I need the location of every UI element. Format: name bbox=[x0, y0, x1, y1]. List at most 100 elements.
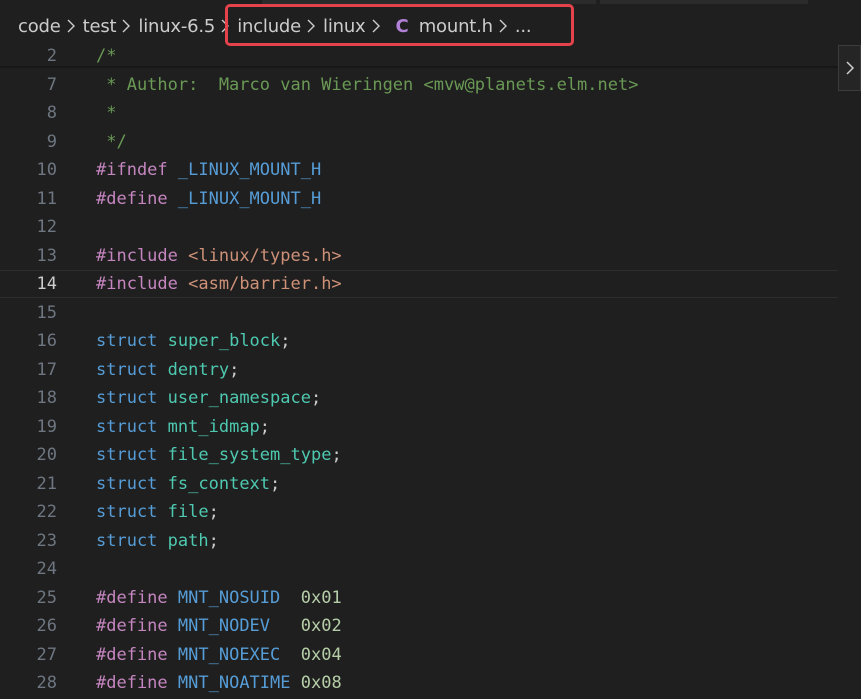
code-token: struct bbox=[96, 445, 158, 465]
code-token: struct bbox=[96, 530, 158, 551]
code-line[interactable]: 10 #ifndef _LINUX_MOUNT_H bbox=[0, 156, 838, 184]
line-number: 8 bbox=[46, 103, 57, 123]
code-token: <asm/barrier.h> bbox=[188, 274, 342, 294]
code-token: #include bbox=[96, 245, 178, 266]
code-token: 0x01 bbox=[300, 587, 342, 608]
code-token: ; bbox=[229, 359, 240, 380]
code-line[interactable]: 28 #define MNT_NOATIME 0x08 bbox=[0, 669, 838, 697]
line-code: */ bbox=[96, 128, 127, 156]
line-number: 10 bbox=[36, 160, 57, 180]
code-line[interactable]: 22 struct file; bbox=[0, 498, 838, 526]
code-line[interactable]: 17 struct dentry; bbox=[0, 356, 838, 384]
code-token: #ifndef bbox=[96, 160, 168, 180]
line-number: 11 bbox=[36, 188, 57, 209]
code-line[interactable]: 25 #define MNT_NOSUID 0x01 bbox=[0, 584, 838, 612]
line-number: 17 bbox=[36, 359, 57, 380]
code-token: file bbox=[167, 502, 209, 522]
code-token: struct bbox=[96, 331, 158, 351]
code-line[interactable]: 26 #define MNT_NODEV 0x02 bbox=[0, 612, 838, 640]
line-number: 15 bbox=[36, 302, 57, 323]
code-token: 0x04 bbox=[300, 644, 342, 665]
line-number: 27 bbox=[36, 644, 57, 665]
code-token: ; bbox=[259, 416, 271, 437]
code-line[interactable]: 7 * Author: Marco van Wieringen <mvw@pla… bbox=[0, 71, 838, 99]
code-token: struct bbox=[96, 416, 158, 437]
code-token: MNT_NOSUID bbox=[177, 587, 281, 608]
chevron-right-icon bbox=[306, 16, 318, 36]
code-token: */ bbox=[96, 131, 127, 152]
breadcrumb-item-linux[interactable]: linux bbox=[323, 16, 366, 37]
code-token: _LINUX_MOUNT_H bbox=[177, 160, 322, 180]
tab-bar-remnant bbox=[0, 0, 861, 6]
line-code: struct dentry; bbox=[96, 356, 239, 384]
code-line[interactable]: 23 struct path; bbox=[0, 527, 838, 555]
code-token: _LINUX_MOUNT_H bbox=[177, 188, 322, 209]
line-code: #ifndef _LINUX_MOUNT_H bbox=[96, 156, 321, 184]
code-token: MNT_NODEV bbox=[177, 616, 271, 636]
code-line[interactable]: 15 bbox=[0, 299, 838, 327]
line-code: #define MNT_NOSUID 0x01 bbox=[96, 584, 342, 612]
line-number: 14 bbox=[36, 274, 57, 294]
code-line[interactable]: 24 bbox=[0, 555, 838, 583]
code-token: #include bbox=[96, 274, 178, 294]
line-number: 26 bbox=[36, 616, 57, 636]
code-token: ; bbox=[280, 331, 291, 351]
line-code: struct super_block; bbox=[96, 327, 291, 355]
line-number: 20 bbox=[36, 445, 57, 465]
chevron-right-icon[interactable] bbox=[838, 45, 861, 91]
tab-remnant bbox=[262, 0, 596, 4]
line-number: 28 bbox=[36, 673, 57, 693]
c-file-icon: C bbox=[395, 15, 409, 37]
code-line[interactable]: 14 #include <asm/barrier.h> bbox=[0, 270, 838, 298]
code-line[interactable]: 16 struct super_block; bbox=[0, 327, 838, 355]
code-line[interactable]: 8 * bbox=[0, 99, 838, 127]
code-token: ; bbox=[310, 388, 322, 408]
code-line[interactable]: 21 struct fs_context; bbox=[0, 470, 838, 498]
code-token: file_system_type bbox=[167, 445, 332, 465]
line-code: struct fs_context; bbox=[96, 470, 280, 498]
breadcrumb-item-test[interactable]: test bbox=[83, 16, 117, 37]
breadcrumb-overflow[interactable]: ... bbox=[515, 16, 532, 37]
code-token: #define bbox=[96, 587, 168, 608]
sticky-scroll-shadow bbox=[0, 66, 838, 69]
line-code: struct file; bbox=[96, 498, 219, 526]
breadcrumb-item-include[interactable]: include bbox=[237, 16, 301, 37]
code-line[interactable]: 12 bbox=[0, 213, 838, 241]
breadcrumb-item-linux-6-5[interactable]: linux-6.5 bbox=[138, 16, 215, 37]
line-number: 22 bbox=[36, 502, 57, 522]
code-editor[interactable]: 2/* 7 * Author: Marco van Wieringen <mvw@… bbox=[0, 44, 838, 699]
code-line[interactable]: 18 struct user_namespace; bbox=[0, 384, 838, 412]
code-token: fs_context bbox=[167, 473, 271, 494]
code-line[interactable]: 20 struct file_system_type; bbox=[0, 441, 838, 469]
line-code: #define MNT_NOEXEC 0x04 bbox=[96, 641, 342, 669]
line-number: 23 bbox=[36, 530, 57, 551]
line-code: #include <linux/types.h> bbox=[96, 242, 342, 270]
code-token: <linux/types.h> bbox=[188, 245, 342, 266]
code-line[interactable]: 27 #define MNT_NOEXEC 0x04 bbox=[0, 641, 838, 669]
code-line[interactable]: 9 */ bbox=[0, 128, 838, 156]
chevron-right-icon bbox=[371, 16, 383, 36]
code-token: super_block bbox=[167, 331, 281, 351]
breadcrumb-item-code[interactable]: code bbox=[18, 16, 61, 37]
line-code: #define MNT_NOATIME 0x08 bbox=[96, 669, 342, 697]
code-line[interactable]: 19 struct mnt_idmap; bbox=[0, 413, 838, 441]
code-token: struct bbox=[96, 502, 158, 522]
code-line[interactable]: 11 #define _LINUX_MOUNT_H bbox=[0, 185, 838, 213]
code-token: #define bbox=[96, 188, 168, 209]
line-number: 7 bbox=[46, 74, 57, 95]
code-line[interactable]: 13 #include <linux/types.h> bbox=[0, 242, 838, 270]
breadcrumb-item-file[interactable]: mount.h bbox=[419, 16, 493, 37]
